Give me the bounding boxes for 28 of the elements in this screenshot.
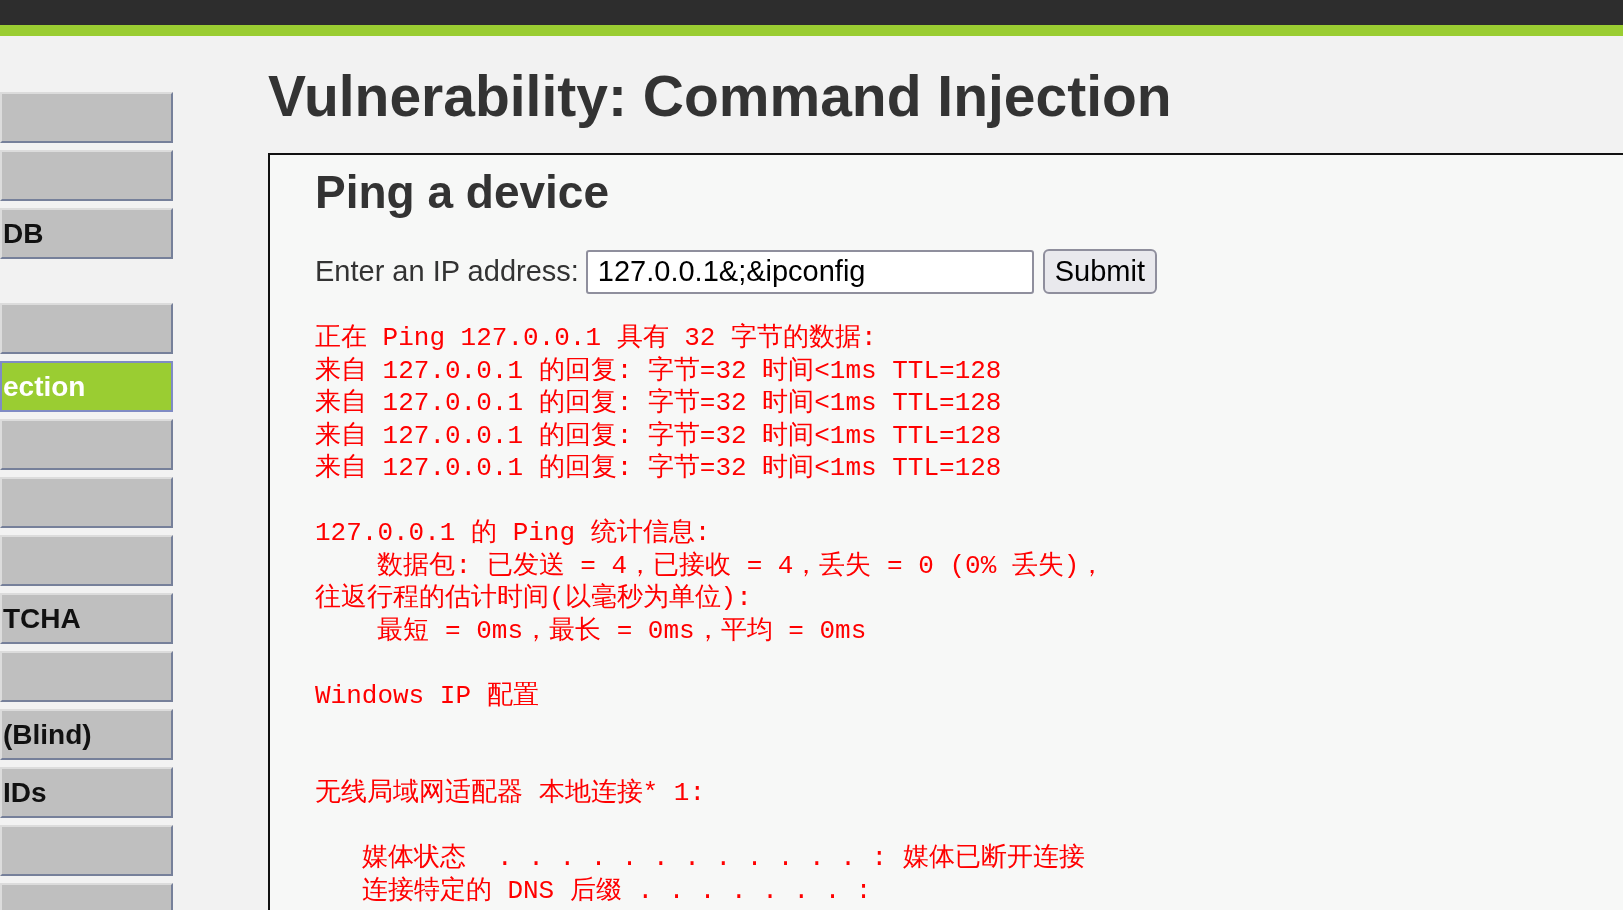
output-line: Windows IP 配置 bbox=[315, 679, 539, 712]
output-line: 正在 Ping 127.0.0.1 具有 32 字节的数据: bbox=[315, 322, 877, 355]
sidebar-menu-item[interactable] bbox=[0, 651, 173, 702]
sidebar-menu-item[interactable] bbox=[0, 303, 173, 354]
output-line: 数据包: 已发送 = 4，已接收 = 4，丢失 = 0 (0% 丢失)， bbox=[376, 549, 1106, 582]
sidebar-menu-item[interactable]: DB bbox=[0, 208, 173, 259]
sidebar-menu-item[interactable] bbox=[0, 535, 173, 586]
output-line: 媒体状态 . . . . . . . . . . . . : 媒体已断开连接 bbox=[360, 842, 1085, 875]
output-line: 来自 127.0.0.1 的回复: 字节=32 时间<1ms TTL=128 bbox=[315, 452, 1002, 485]
sidebar-menu-item[interactable] bbox=[0, 419, 173, 470]
submit-button[interactable]: Submit bbox=[1042, 249, 1157, 294]
sidebar-menu-item[interactable] bbox=[0, 92, 173, 143]
sidebar-menu-item[interactable] bbox=[0, 150, 173, 201]
sidebar-menu-item[interactable]: TCHA bbox=[0, 593, 173, 644]
sidebar-menu-item[interactable]: (Blind) bbox=[0, 709, 173, 760]
output-line: 无线局域网适配器 本地连接* 1: bbox=[315, 777, 705, 810]
output-line: 连接特定的 DNS 后缀 . . . . . . . : bbox=[360, 874, 872, 907]
ip-address-field[interactable]: 127.0.0.1&;&ipconfig bbox=[585, 249, 1034, 294]
sidebar-menu-item[interactable] bbox=[0, 477, 173, 528]
output-line: 往返行程的估计时间(以毫秒为单位): bbox=[315, 582, 752, 615]
ip-address-label: Enter an IP address: bbox=[315, 255, 579, 288]
output-line: 来自 127.0.0.1 的回复: 字节=32 时间<1ms TTL=128 bbox=[315, 354, 1002, 387]
output-line: 来自 127.0.0.1 的回复: 字节=32 时间<1ms TTL=128 bbox=[315, 387, 1002, 420]
output-line: 127.0.0.1 的 Ping 统计信息: bbox=[315, 517, 711, 550]
output-line: 最短 = 0ms，最长 = 0ms，平均 = 0ms bbox=[376, 614, 867, 647]
sidebar-menu-item[interactable] bbox=[0, 825, 173, 876]
sidebar-menu-item[interactable]: IDs bbox=[0, 767, 173, 818]
output-line: 来自 127.0.0.1 的回复: 字节=32 时间<1ms TTL=128 bbox=[315, 419, 1002, 452]
